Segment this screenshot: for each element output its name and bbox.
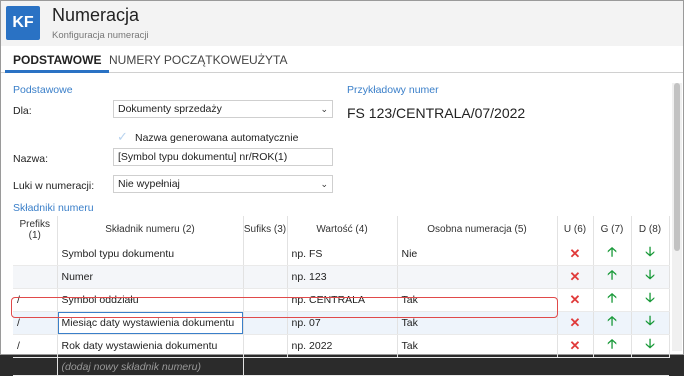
- cell-value: np. 123: [287, 265, 398, 289]
- table-header: Prefiks (1) Składnik numeru (2) Sufiks (…: [13, 216, 670, 243]
- x-icon[interactable]: ✕: [570, 315, 581, 330]
- cell-component[interactable]: Symbol typu dokumentu: [57, 243, 244, 266]
- cell-component[interactable]: Numer: [57, 265, 244, 289]
- col-suffix[interactable]: Sufiks (3): [243, 216, 288, 243]
- arrow-down-icon[interactable]: 🡣: [645, 313, 654, 328]
- cell-separate[interactable]: [397, 265, 558, 289]
- cell-value: np. FS: [287, 243, 398, 266]
- auto-name-label: Nazwa generowana automatycznie: [135, 132, 299, 144]
- table-row[interactable]: Numer np. 123 ✕ 🡡 🡣: [13, 265, 670, 289]
- col-u[interactable]: U (6): [557, 216, 594, 243]
- col-component[interactable]: Składnik numeru (2): [57, 216, 244, 243]
- cell-suffix[interactable]: [243, 334, 288, 358]
- x-icon[interactable]: ✕: [570, 292, 581, 307]
- cell-separate[interactable]: Tak: [397, 334, 558, 358]
- checkmark-icon[interactable]: ✓: [117, 130, 130, 143]
- for-select[interactable]: Dokumenty sprzedaży ⌄: [113, 100, 333, 118]
- name-field[interactable]: [Symbol typu dokumentu] nr/ROK(1): [113, 148, 333, 166]
- cell-component[interactable]: Rok daty wystawienia dokumentu: [57, 334, 244, 358]
- x-icon[interactable]: ✕: [570, 338, 581, 353]
- cell-value: np. 2022: [287, 334, 398, 358]
- cell-separate[interactable]: Nie: [397, 243, 558, 266]
- scrollbar-thumb[interactable]: [674, 83, 680, 251]
- arrow-up-icon[interactable]: 🡡: [607, 336, 616, 351]
- basic-section-label: Podstawowe: [13, 84, 73, 96]
- components-section-label: Składniki numeru: [13, 202, 94, 214]
- numbering-window: KF Numeracja Konfiguracja numeracji PODS…: [0, 0, 684, 376]
- x-icon[interactable]: ✕: [570, 246, 581, 261]
- arrow-up-icon[interactable]: 🡡: [607, 313, 616, 328]
- col-d[interactable]: D (8): [631, 216, 670, 243]
- table-row[interactable]: / Rok daty wystawienia dokumentu np. 202…: [13, 334, 670, 358]
- cell-prefix[interactable]: /: [13, 311, 58, 335]
- arrow-up-icon[interactable]: 🡡: [607, 267, 616, 282]
- col-separate[interactable]: Osobna numeracja (5): [397, 216, 558, 243]
- cell-separate[interactable]: Tak: [397, 288, 558, 312]
- tab-start-numbers[interactable]: NUMERY POCZĄTKOWE: [101, 47, 257, 73]
- tab-bar: PODSTAWOWE NUMERY POCZĄTKOWE UŻYTA: [1, 47, 683, 73]
- tab-basic[interactable]: PODSTAWOWE: [5, 47, 110, 73]
- x-icon[interactable]: ✕: [570, 269, 581, 284]
- for-select-value: Dokumenty sprzedaży: [118, 103, 222, 115]
- gaps-label: Luki w numeracji:: [13, 180, 95, 192]
- cell-suffix[interactable]: [243, 265, 288, 289]
- chevron-down-icon: ⌄: [320, 104, 328, 114]
- table-row[interactable]: / Symbol oddziału np. CENTRALA Tak ✕ 🡡 🡣: [13, 288, 670, 312]
- add-row[interactable]: (dodaj nowy składnik numeru): [13, 357, 669, 376]
- arrow-up-icon[interactable]: 🡡: [607, 290, 616, 305]
- for-label: Dla:: [13, 105, 32, 117]
- window-subtitle: Konfiguracja numeracji: [52, 30, 149, 41]
- cell-suffix[interactable]: [243, 311, 288, 335]
- col-g[interactable]: G (7): [593, 216, 632, 243]
- title-bar: KF Numeracja Konfiguracja numeracji: [1, 1, 683, 46]
- add-component-input[interactable]: (dodaj nowy składnik numeru): [57, 357, 244, 376]
- cell-value: np. 07: [287, 311, 398, 335]
- gaps-select-value: Nie wypełniaj: [118, 178, 180, 190]
- gaps-select[interactable]: Nie wypełniaj ⌄: [113, 175, 333, 193]
- cell-value: np. CENTRALA: [287, 288, 398, 312]
- col-prefix[interactable]: Prefiks (1): [13, 216, 58, 243]
- col-value[interactable]: Wartość (4): [287, 216, 398, 243]
- example-section-label: Przykładowy numer: [347, 84, 439, 96]
- cell-prefix[interactable]: [13, 243, 58, 266]
- components-table: Prefiks (1) Składnik numeru (2) Sufiks (…: [13, 216, 670, 376]
- vertical-scrollbar[interactable]: [672, 83, 682, 351]
- cell-prefix[interactable]: /: [13, 334, 58, 358]
- cell-separate[interactable]: Tak: [397, 311, 558, 335]
- arrow-down-icon[interactable]: 🡣: [645, 244, 654, 259]
- cell-prefix[interactable]: /: [13, 288, 58, 312]
- cell-suffix[interactable]: [243, 288, 288, 312]
- arrow-down-icon[interactable]: 🡣: [645, 336, 654, 351]
- app-logo: KF: [6, 6, 40, 40]
- table-row[interactable]: Symbol typu dokumentu np. FS Nie ✕ 🡡 🡣: [13, 243, 670, 266]
- table-row-selected[interactable]: / Miesiąc daty wystawienia dokumentu np.…: [13, 311, 670, 335]
- example-number: FS 123/CENTRALA/07/2022: [347, 105, 526, 121]
- window-title: Numeracja: [52, 5, 140, 25]
- arrow-down-icon[interactable]: 🡣: [645, 290, 654, 305]
- arrow-up-icon[interactable]: 🡡: [607, 244, 616, 259]
- tab-used[interactable]: UŻYTA: [241, 47, 295, 73]
- arrow-down-icon[interactable]: 🡣: [645, 267, 654, 282]
- cell-prefix[interactable]: [13, 265, 58, 289]
- cell-component[interactable]: Symbol oddziału: [57, 288, 244, 312]
- cell-suffix[interactable]: [243, 243, 288, 266]
- chevron-down-icon: ⌄: [320, 179, 328, 189]
- cell-component[interactable]: Miesiąc daty wystawienia dokumentu: [57, 311, 244, 335]
- name-label: Nazwa:: [13, 153, 49, 165]
